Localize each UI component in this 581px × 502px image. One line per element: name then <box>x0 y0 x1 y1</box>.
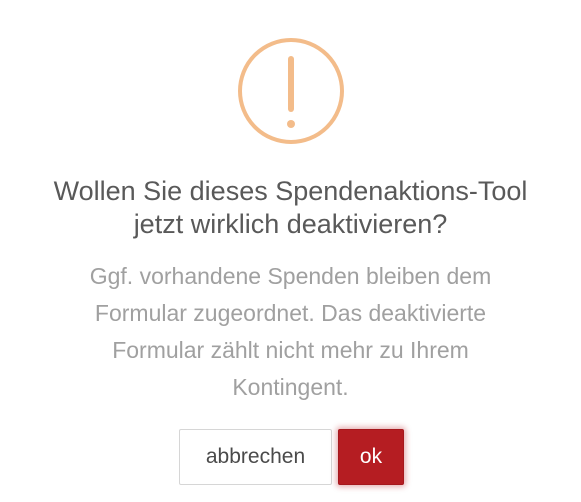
warning-icon <box>237 37 345 145</box>
dialog-message-line: Formular zählt nicht mehr zu Ihrem <box>112 337 469 363</box>
warning-exclamation-icon <box>238 38 344 144</box>
dialog-title-line: Wollen Sie dieses Spendenaktions-Tool <box>53 176 528 206</box>
dialog-title: Wollen Sie dieses Spendenaktions-Tool je… <box>0 175 581 241</box>
dialog-message-line: Formular zugeordnet. Das deaktivierte <box>94 300 487 326</box>
dialog-message: Ggf. vorhandene Spenden bleiben dem Form… <box>40 258 541 406</box>
confirm-dialog: Wollen Sie dieses Spendenaktions-Tool je… <box>0 0 581 502</box>
dialog-title-line: jetzt wirklich deaktivieren? <box>133 209 448 239</box>
dialog-actions: abbrechen ok <box>0 429 581 485</box>
dialog-message-line: Ggf. vorhandene Spenden bleiben dem <box>89 263 492 289</box>
cancel-button[interactable]: abbrechen <box>179 429 332 485</box>
dialog-message-line: Kontingent. <box>232 374 349 400</box>
ok-button[interactable]: ok <box>338 429 404 485</box>
